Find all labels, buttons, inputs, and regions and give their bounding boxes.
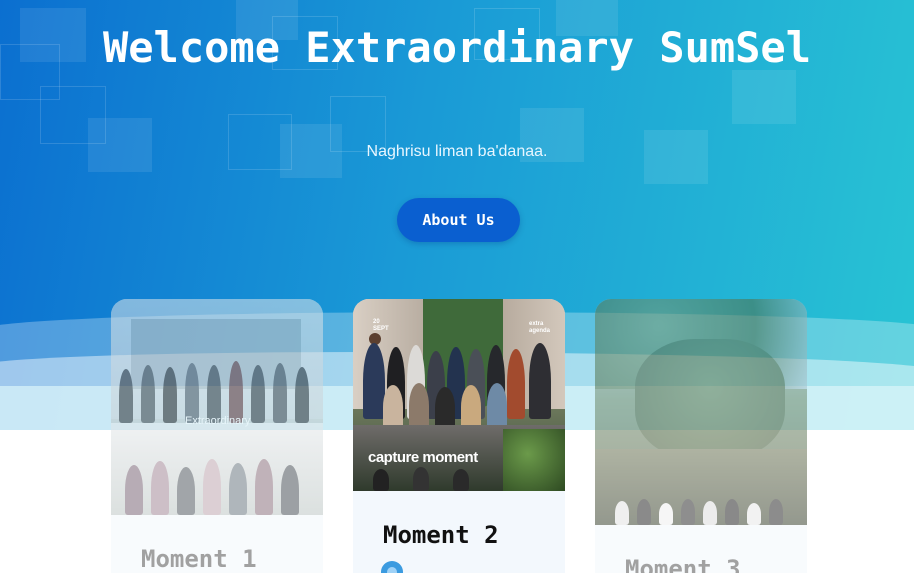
photo-overlay-label: extra agenda — [529, 321, 551, 334]
moment-title: Moment 1 — [141, 545, 257, 573]
moment-card-1[interactable]: Extraordinary Moment 1 — [111, 299, 323, 573]
about-us-button[interactable]: About Us — [397, 198, 520, 242]
photo-overlay-date: 20 SEPT — [373, 319, 389, 332]
hero-subtitle: Naghrisu liman ba'danaa. — [366, 143, 548, 160]
deco-square — [732, 70, 796, 124]
moment-photo-3 — [595, 299, 807, 525]
gear-badge-icon — [381, 561, 403, 573]
page-title: Welcome Extraordinary SumSel — [102, 23, 811, 72]
photo-caption: capture moment — [368, 449, 478, 466]
moment-title: Moment 3 — [625, 555, 741, 573]
moment-card-2[interactable]: capture moment 20 SEPT extra agenda Mome… — [353, 299, 565, 573]
moment-photo-1: Extraordinary — [111, 299, 323, 515]
moment-photo-2: capture moment 20 SEPT extra agenda — [353, 299, 565, 491]
moment-title: Moment 2 — [383, 521, 499, 549]
moment-card-3[interactable]: Moment 3 — [595, 299, 807, 573]
photo-caption: Extraordinary — [185, 415, 251, 427]
